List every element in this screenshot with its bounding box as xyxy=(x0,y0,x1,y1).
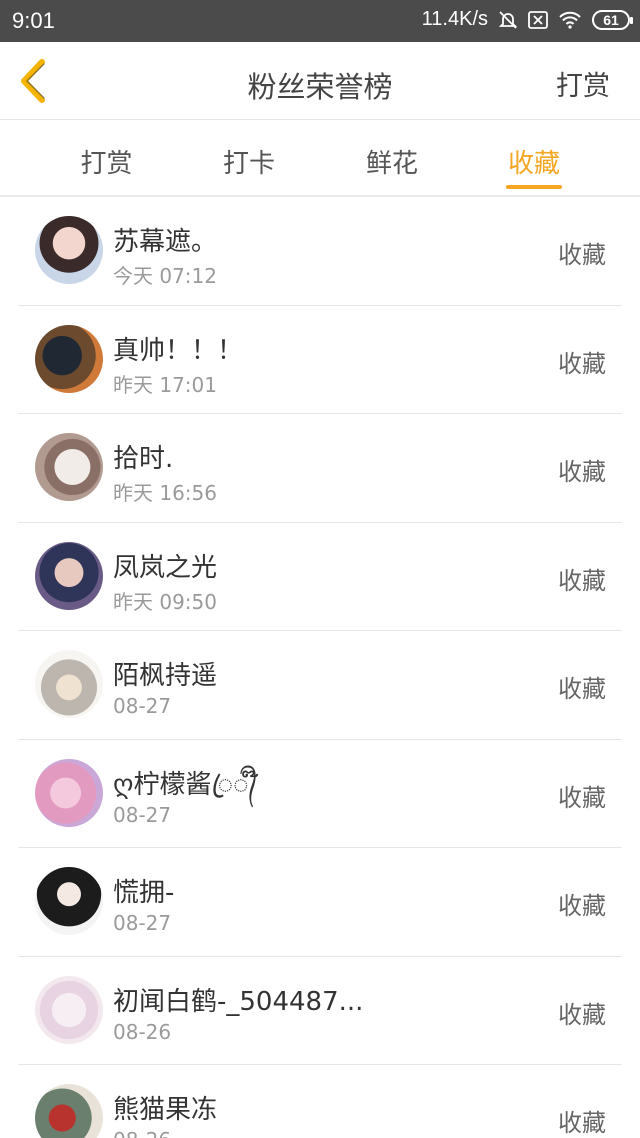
avatar xyxy=(35,324,103,393)
active-tab-indicator xyxy=(506,185,562,189)
fan-list: 苏幕遮。 今天 07:12 收藏 真帅！！！ 昨天 17:01 收藏 拾时. 昨… xyxy=(0,197,640,1138)
nav-bar: 粉丝荣誉榜 打赏 xyxy=(0,42,640,120)
tab-bar: 打赏 打卡 鲜花 收藏 xyxy=(0,121,640,197)
avatar xyxy=(35,867,103,935)
fan-name: 慌拥- xyxy=(113,878,175,908)
fan-action: 收藏 xyxy=(558,675,606,703)
fan-name: 熊猫果冻 xyxy=(113,1095,218,1125)
fan-action: 收藏 xyxy=(558,1000,606,1029)
fan-name: 凤岚之光 xyxy=(113,552,218,583)
fan-time: 今天 07:12 xyxy=(113,264,217,288)
status-time: 9:01 xyxy=(12,8,55,33)
fan-action: 收藏 xyxy=(558,892,606,920)
fan-action: 收藏 xyxy=(558,241,606,269)
fan-action: 收藏 xyxy=(558,1109,606,1137)
fan-action: 收藏 xyxy=(558,458,606,486)
fan-time: 08-26 xyxy=(113,1019,172,1044)
fan-time: 08-27 xyxy=(113,911,172,935)
list-item[interactable]: 陌枫持遥 08-27 收藏 xyxy=(18,631,622,740)
fan-name: 陌枫持遥 xyxy=(113,661,218,691)
avatar xyxy=(35,541,103,610)
bell-muted-icon xyxy=(498,10,518,30)
fan-name: 初闻白鹤-_504487... xyxy=(113,986,364,1017)
avatar xyxy=(35,1084,103,1138)
fan-time: 昨天 09:50 xyxy=(113,589,217,614)
page-title: 粉丝荣誉榜 xyxy=(247,70,393,104)
battery-icon: 61 xyxy=(592,9,633,30)
tab-favorites[interactable]: 收藏 xyxy=(499,121,569,195)
fan-time: 昨天 16:56 xyxy=(113,481,217,505)
avatar xyxy=(35,433,103,501)
avatar xyxy=(35,216,103,284)
wifi-icon xyxy=(558,11,582,29)
avatar xyxy=(35,650,103,718)
list-item[interactable]: 熊猫果冻 08-26 收藏 xyxy=(18,1065,622,1138)
tab-tip[interactable]: 打赏 xyxy=(0,121,213,195)
status-icons: 11.4K/s 61 xyxy=(421,8,633,31)
fan-time: 08-27 xyxy=(113,694,172,718)
avatar xyxy=(35,975,103,1044)
tab-flowers[interactable]: 鲜花 xyxy=(285,121,499,195)
fan-time: 08-26 xyxy=(113,1128,171,1138)
fan-time: 08-27 xyxy=(113,802,172,827)
list-item[interactable]: 苏幕遮。 今天 07:12 收藏 xyxy=(18,197,622,306)
list-item[interactable]: ღ柠檬酱ꦿ᭄໊ 08-27 收藏 xyxy=(18,740,622,848)
tab-checkin[interactable]: 打卡 xyxy=(213,121,285,195)
list-item[interactable]: 凤岚之光 昨天 09:50 收藏 xyxy=(18,523,622,631)
list-item[interactable]: 拾时. 昨天 16:56 收藏 xyxy=(18,414,622,523)
list-item[interactable]: 初闻白鹤-_504487... 08-26 收藏 xyxy=(18,957,622,1065)
fan-time: 昨天 17:01 xyxy=(113,372,217,397)
list-item[interactable]: 真帅！！！ 昨天 17:01 收藏 xyxy=(18,306,622,414)
fan-name: 苏幕遮。 xyxy=(113,227,218,257)
list-item[interactable]: 慌拥- 08-27 收藏 xyxy=(18,848,622,957)
fan-name: 真帅！！！ xyxy=(113,335,244,366)
sim-off-icon xyxy=(528,10,548,29)
tip-button[interactable]: 打赏 xyxy=(556,64,610,103)
fan-action: 收藏 xyxy=(558,566,606,595)
avatar xyxy=(35,758,103,827)
status-bar: 9:01 11.4K/s 61 xyxy=(0,0,640,42)
network-speed: 11.4K/s xyxy=(421,8,488,30)
fan-action: 收藏 xyxy=(558,783,606,812)
fan-action: 收藏 xyxy=(558,349,606,378)
fan-name: 拾时. xyxy=(113,444,174,474)
